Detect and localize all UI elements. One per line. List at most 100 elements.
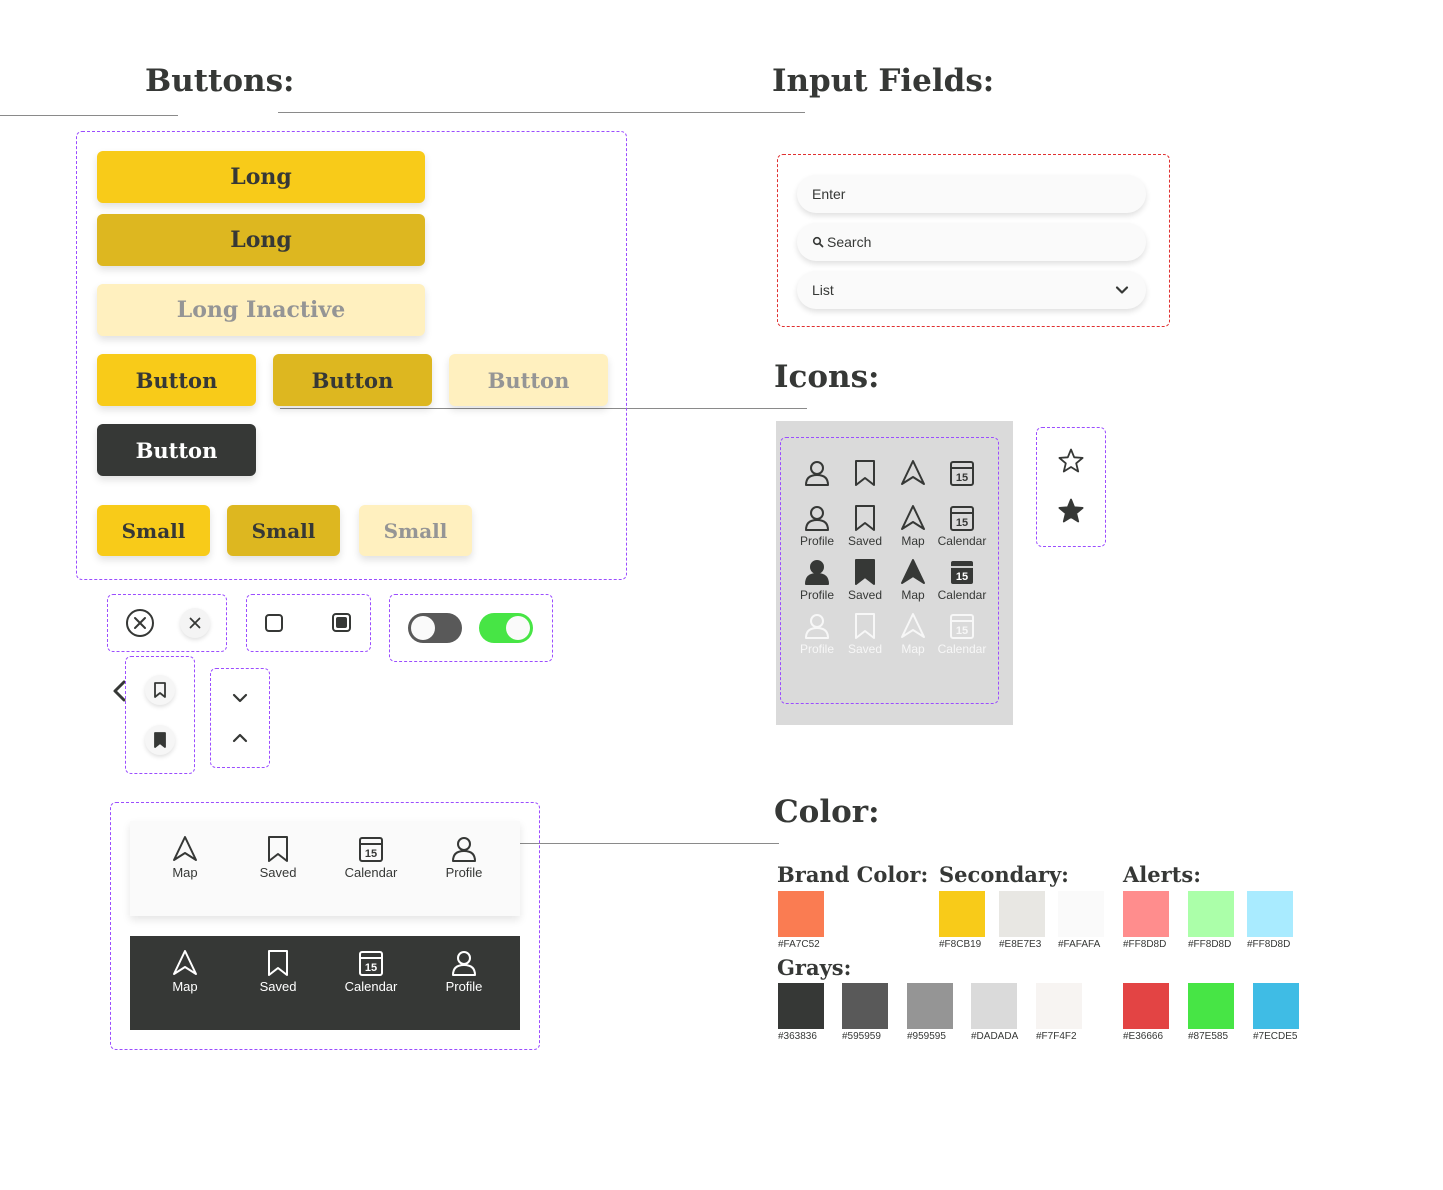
buttons-heading: Buttons: xyxy=(145,63,295,99)
nav-item-calendar[interactable]: 15 Calendar xyxy=(331,834,411,880)
brand-color-title: Brand Color: xyxy=(777,862,929,887)
icon-grid-cell: 15 Calendar xyxy=(934,503,990,548)
icon-label: Calendar xyxy=(937,534,987,548)
chevron-down-icon[interactable] xyxy=(230,688,250,713)
chevrons-frame xyxy=(210,668,270,768)
color-swatch-label: #959595 xyxy=(907,1031,946,1042)
color-swatch xyxy=(1247,891,1293,937)
saved-icon xyxy=(855,613,875,639)
divider xyxy=(0,115,178,116)
enter-placeholder: Enter xyxy=(812,186,846,202)
nav-item-saved[interactable]: Saved xyxy=(238,948,318,994)
color-swatch-label: #595959 xyxy=(842,1031,881,1042)
color-swatch xyxy=(1188,891,1234,937)
color-swatch xyxy=(907,983,953,1029)
profile-icon xyxy=(805,560,829,585)
map-icon xyxy=(901,460,925,485)
map-icon xyxy=(173,950,197,975)
nav-item-map[interactable]: Map xyxy=(145,948,225,994)
color-swatch xyxy=(939,891,985,937)
profile-icon xyxy=(805,461,829,486)
star-outline-icon[interactable] xyxy=(1057,447,1085,480)
toggle-knob xyxy=(411,616,435,640)
profile-icon xyxy=(452,951,476,976)
icon-grid-cell: Map xyxy=(885,557,941,602)
color-swatch xyxy=(778,891,824,937)
small-button-inactive[interactable]: Small xyxy=(359,505,472,556)
map-icon xyxy=(901,505,925,530)
color-swatch-label: #E36666 xyxy=(1123,1031,1164,1042)
color-swatch xyxy=(778,983,824,1029)
map-icon xyxy=(901,559,925,584)
nav-item-saved[interactable]: Saved xyxy=(238,834,318,880)
nav-label: Saved xyxy=(259,979,297,994)
button-dark[interactable]: Button xyxy=(97,424,256,476)
grays-title: Grays: xyxy=(777,955,852,980)
nav-label: Profile xyxy=(445,979,483,994)
small-button-pressed[interactable]: Small xyxy=(227,505,340,556)
profile-icon xyxy=(805,614,829,639)
profile-icon xyxy=(452,837,476,862)
profile-icon xyxy=(805,506,829,531)
nav-label: Profile xyxy=(445,865,483,880)
chevron-up-icon[interactable] xyxy=(230,728,250,753)
color-swatch-label: #E8E7E3 xyxy=(999,939,1042,950)
nav-item-calendar[interactable]: 15 Calendar xyxy=(331,948,411,994)
map-icon xyxy=(173,836,197,861)
icon-grid-cell: 15 xyxy=(934,458,990,488)
enter-field[interactable]: Enter xyxy=(797,175,1146,213)
color-swatch-label: #F8CB19 xyxy=(939,939,982,950)
color-swatch-label: #87E585 xyxy=(1188,1031,1229,1042)
color-swatch xyxy=(1253,983,1299,1029)
svg-text:15: 15 xyxy=(956,517,968,529)
long-button-pressed[interactable]: Long xyxy=(97,214,425,266)
search-input[interactable]: Search xyxy=(797,223,1146,261)
toggle-off[interactable] xyxy=(408,613,462,643)
saved-icon xyxy=(268,950,288,976)
nav-item-profile[interactable]: Profile xyxy=(424,948,504,994)
long-button-inactive[interactable]: Long Inactive xyxy=(97,284,425,336)
icon-grid-cell: 15 Calendar xyxy=(934,557,990,602)
svg-text:15: 15 xyxy=(956,625,968,637)
color-swatch-label: #F7F4F2 xyxy=(1036,1031,1077,1042)
nav-bar-light: Map Saved 15 Calendar Profile xyxy=(130,821,520,916)
calendar-icon: 15 xyxy=(951,561,973,584)
button-primary[interactable]: Button xyxy=(97,354,256,406)
color-swatch xyxy=(971,983,1017,1029)
close-circle-icon[interactable] xyxy=(125,608,155,643)
icon-grid-cell: 15 Calendar xyxy=(934,611,990,656)
checkbox-unchecked[interactable] xyxy=(265,614,283,632)
nav-label: Map xyxy=(172,865,198,880)
color-swatch-label: #363836 xyxy=(778,1031,817,1042)
secondary-title: Secondary: xyxy=(939,862,1069,887)
color-swatch-label: #FAFAFA xyxy=(1058,939,1101,950)
icon-label: Map xyxy=(901,588,925,602)
long-button[interactable]: Long xyxy=(97,151,425,203)
icon-label: Map xyxy=(901,534,925,548)
button-pressed[interactable]: Button xyxy=(273,354,432,406)
alerts-title: Alerts: xyxy=(1123,862,1201,887)
search-placeholder: Search xyxy=(827,234,872,250)
button-inactive[interactable]: Button xyxy=(449,354,608,406)
search-icon xyxy=(812,236,824,248)
close-small-icon[interactable] xyxy=(180,608,210,638)
bookmark-outline-icon[interactable] xyxy=(145,675,175,705)
toggle-on[interactable] xyxy=(479,613,533,643)
color-swatch xyxy=(1123,891,1169,937)
calendar-icon: 15 xyxy=(359,837,383,862)
calendar-day: 15 xyxy=(365,962,377,974)
map-icon xyxy=(901,613,925,638)
nav-item-map[interactable]: Map xyxy=(145,834,225,880)
star-filled-icon[interactable] xyxy=(1057,497,1085,530)
saved-icon xyxy=(855,460,875,486)
icons-heading: Icons: xyxy=(774,359,880,395)
list-select[interactable]: List xyxy=(797,271,1146,309)
bookmark-filled-icon[interactable] xyxy=(145,725,175,755)
small-button[interactable]: Small xyxy=(97,505,210,556)
checkbox-checked[interactable] xyxy=(332,613,351,632)
nav-label: Calendar xyxy=(344,979,398,994)
color-swatch xyxy=(999,891,1045,937)
nav-item-profile[interactable]: Profile xyxy=(424,834,504,880)
calendar-icon: 15 xyxy=(950,506,974,531)
toggle-knob xyxy=(506,616,530,640)
